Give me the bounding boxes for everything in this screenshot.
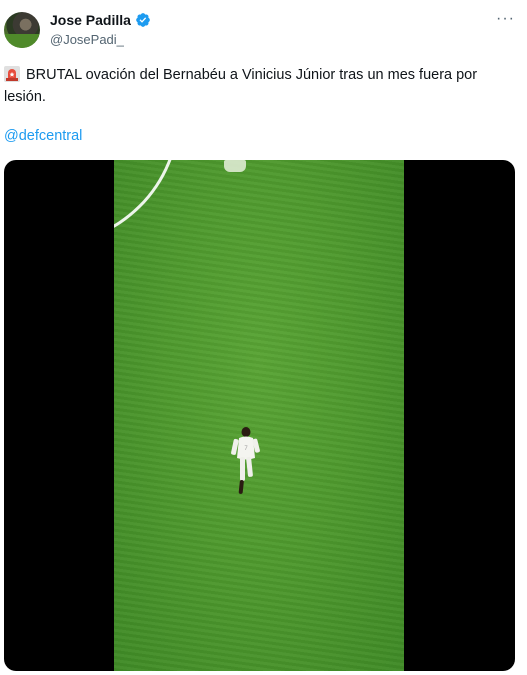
author-handle[interactable]: @JosePadi_ <box>50 32 124 47</box>
player-figure: 7 <box>231 427 260 494</box>
pitch-center-circle-line <box>114 160 180 246</box>
video-media[interactable]: 7 <box>4 160 515 671</box>
video-frame: 7 <box>114 160 404 671</box>
tweet-card: Jose Padilla @JosePadi_ ··· BRUTAL ovaci… <box>0 0 527 675</box>
siren-icon <box>4 66 20 82</box>
avatar-field <box>4 34 40 48</box>
pitch-top-marking <box>224 160 246 172</box>
verified-badge-icon <box>136 13 150 27</box>
mention-link[interactable]: @defcentral <box>4 128 82 144</box>
post-text: BRUTAL ovación del Bernabéu a Vinicius J… <box>4 64 516 108</box>
post-body-text: BRUTAL ovación del Bernabéu a Vinicius J… <box>4 67 478 105</box>
author-name[interactable]: Jose Padilla <box>50 12 131 28</box>
more-options-icon[interactable]: ··· <box>496 10 515 28</box>
author-avatar[interactable] <box>4 12 40 48</box>
author-name-row: Jose Padilla <box>50 12 151 28</box>
